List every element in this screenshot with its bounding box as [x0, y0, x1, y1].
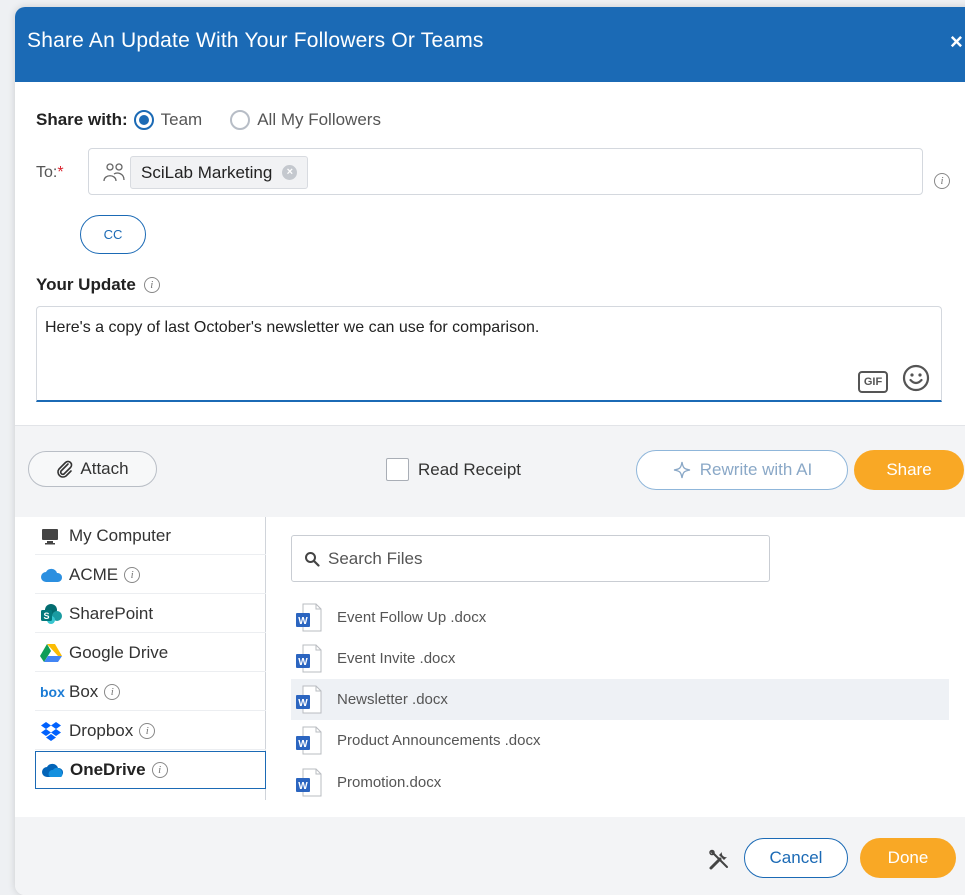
source-label: ACME: [69, 564, 119, 584]
to-label: To:*: [36, 164, 64, 181]
cancel-button[interactable]: Cancel: [744, 838, 848, 878]
file-name: Promotion.docx: [337, 774, 442, 791]
recipient-chip: SciLab Marketing ×: [130, 156, 309, 189]
svg-text:W: W: [298, 657, 308, 668]
search-files-box[interactable]: [291, 535, 770, 582]
word-doc-icon: W: [296, 685, 322, 714]
action-bar: Attach Read Receipt Rewrite with AI Shar…: [15, 425, 965, 517]
attach-label: Attach: [80, 459, 129, 478]
gif-button[interactable]: GIF: [858, 371, 888, 393]
team-radio-label[interactable]: Team: [161, 110, 203, 130]
file-name: Newsletter .docx: [337, 691, 448, 708]
source-label: Box: [69, 681, 99, 701]
search-files-input[interactable]: [328, 548, 728, 569]
source-label: My Computer: [69, 525, 172, 545]
search-icon: [305, 551, 320, 567]
close-icon[interactable]: ×: [950, 29, 963, 55]
word-doc-icon: W: [296, 726, 322, 755]
read-receipt-checkbox[interactable]: [386, 458, 409, 481]
svg-text:W: W: [298, 781, 308, 792]
svg-text:W: W: [298, 739, 308, 750]
file-item[interactable]: W Promotion.docx: [291, 762, 949, 803]
source-label: SharePoint: [69, 603, 154, 623]
attach-button[interactable]: Attach: [28, 451, 157, 487]
to-recipients-field[interactable]: SciLab Marketing ×: [88, 148, 923, 195]
done-button[interactable]: Done: [860, 838, 956, 878]
read-receipt-label: Read Receipt: [418, 459, 522, 479]
box-icon: box: [40, 683, 65, 700]
all-followers-radio-label[interactable]: All My Followers: [257, 110, 381, 130]
rewrite-label: Rewrite with AI: [699, 460, 813, 479]
file-item-selected[interactable]: W Newsletter .docx: [291, 679, 949, 720]
source-my-computer[interactable]: My Computer: [35, 517, 266, 555]
svg-text:W: W: [298, 698, 308, 709]
file-name: Event Follow Up .docx: [337, 609, 487, 626]
file-name: Event Invite .docx: [337, 650, 456, 667]
emoji-icon[interactable]: [901, 363, 931, 393]
update-text: Here's a copy of last October's newslett…: [45, 319, 540, 336]
source-onedrive[interactable]: OneDrive i: [35, 751, 266, 789]
file-item[interactable]: W Event Follow Up .docx: [291, 597, 949, 638]
update-info-icon[interactable]: i: [143, 277, 160, 293]
update-textarea[interactable]: Here's a copy of last October's newslett…: [36, 306, 942, 402]
share-with-label: Share with:: [36, 110, 128, 129]
tools-icon[interactable]: [708, 849, 730, 871]
file-name: Product Announcements .docx: [337, 732, 541, 749]
update-form: Share with: Team All My Followers To:* S…: [15, 82, 965, 427]
share-button[interactable]: Share: [854, 450, 964, 490]
cloud-icon: [40, 565, 64, 585]
source-label: OneDrive: [70, 760, 146, 779]
recipient-chip-label: SciLab Marketing: [141, 162, 273, 182]
sharepoint-icon: S: [40, 603, 64, 624]
share-update-dialog: Share An Update With Your Followers Or T…: [15, 7, 965, 895]
svg-text:S: S: [43, 611, 49, 621]
dropbox-icon: [40, 721, 64, 741]
source-dropbox[interactable]: Dropbox i: [35, 712, 266, 750]
sparkle-icon: [673, 461, 690, 479]
rewrite-with-ai-button[interactable]: Rewrite with AI: [636, 450, 848, 490]
acme-info-icon[interactable]: i: [124, 566, 141, 583]
word-doc-icon: W: [296, 768, 322, 797]
google-drive-icon: [40, 643, 64, 663]
remove-recipient-icon[interactable]: ×: [282, 165, 298, 180]
dialog-header: Share An Update With Your Followers Or T…: [15, 7, 965, 82]
word-doc-icon: W: [296, 644, 322, 673]
dropbox-info-icon[interactable]: i: [139, 722, 156, 739]
source-box[interactable]: box Box i: [35, 673, 266, 711]
required-mark: *: [57, 164, 64, 181]
to-info-icon[interactable]: i: [934, 173, 950, 189]
source-label: Dropbox: [69, 720, 134, 740]
read-receipt-option[interactable]: Read Receipt: [386, 458, 521, 481]
box-info-icon[interactable]: i: [104, 683, 121, 700]
source-google-drive[interactable]: Google Drive: [35, 634, 266, 672]
computer-icon: [40, 526, 64, 546]
team-icon: [103, 163, 125, 182]
word-doc-icon: W: [296, 603, 322, 632]
source-label: Google Drive: [69, 642, 169, 662]
team-radio[interactable]: [133, 110, 154, 130]
file-item[interactable]: W Product Announcements .docx: [291, 720, 949, 761]
cc-button[interactable]: CC: [80, 215, 146, 254]
source-sharepoint[interactable]: S SharePoint: [35, 595, 266, 633]
all-followers-radio[interactable]: [230, 110, 251, 130]
file-item[interactable]: W Event Invite .docx: [291, 638, 949, 679]
dialog-footer: Cancel Done: [15, 817, 965, 895]
file-picker: My Computer ACME i S SharePoint Google D…: [15, 517, 965, 817]
svg-text:W: W: [298, 616, 308, 627]
dialog-title: Share An Update With Your Followers Or T…: [27, 29, 484, 52]
paperclip-icon: [57, 460, 73, 478]
file-sources-list: My Computer ACME i S SharePoint Google D…: [35, 517, 266, 800]
onedrive-info-icon[interactable]: i: [151, 762, 168, 778]
your-update-label: Your Update i: [36, 275, 160, 295]
source-acme[interactable]: ACME i: [35, 556, 266, 594]
onedrive-icon: [41, 760, 65, 780]
share-with-group: Share with: Team All My Followers: [36, 110, 409, 130]
